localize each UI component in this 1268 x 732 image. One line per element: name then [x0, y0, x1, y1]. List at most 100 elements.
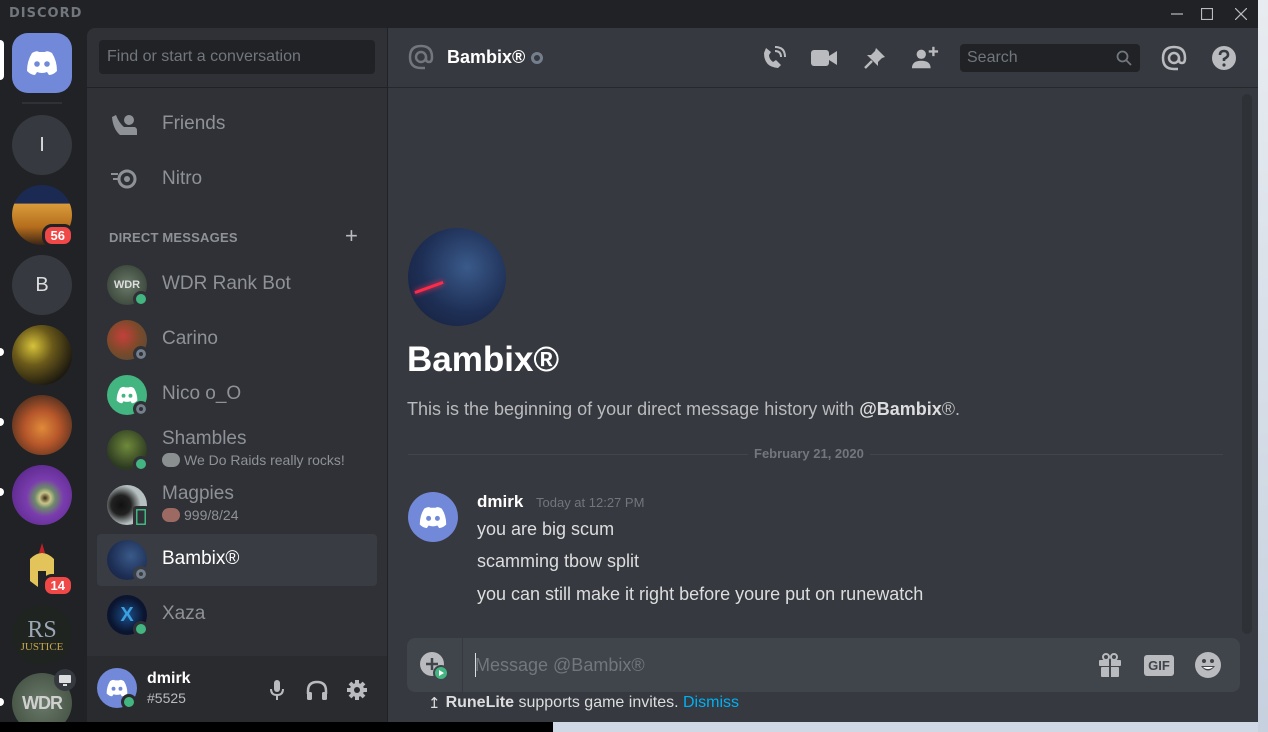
find-conversation-input[interactable] [99, 40, 375, 74]
message-input[interactable] [475, 638, 1075, 692]
unread-indicator [0, 488, 4, 496]
microphone-icon [270, 680, 284, 700]
search-bar-container [87, 28, 387, 88]
server-spartan[interactable]: 14 [12, 535, 74, 597]
status-online-icon [133, 456, 149, 472]
discord-window: DISCORD I 56 B 14 RS JUSTICE WDR Find or… [0, 0, 1258, 722]
server-rail: I 56 B 14 RS JUSTICE WDR [0, 28, 86, 722]
server-dragon-eye[interactable] [12, 465, 72, 525]
gift-icon [1099, 653, 1121, 677]
deafen-button[interactable] [303, 676, 331, 704]
nitro-icon [111, 169, 137, 189]
help-button[interactable] [1210, 44, 1238, 72]
server-wdr[interactable]: WDR [12, 669, 76, 722]
gear-icon [347, 680, 367, 700]
message-text: scamming tbow split [477, 551, 640, 571]
minimize-button[interactable] [1160, 0, 1194, 28]
date-divider-label: February 21, 2020 [748, 446, 870, 461]
screen-share-badge [54, 669, 76, 691]
voice-call-icon [764, 46, 786, 68]
selected-indicator [0, 40, 4, 80]
add-attachment-icon [420, 652, 449, 681]
pin-icon [864, 48, 885, 69]
message-composer: GIF [407, 638, 1240, 692]
server-rs-justice[interactable]: RS JUSTICE [12, 605, 72, 665]
mention-badge: 56 [41, 224, 74, 247]
status-online-icon [133, 291, 149, 307]
dm-item[interactable]: WDR WDR Rank Bot [97, 259, 377, 311]
pinned-messages-button[interactable] [861, 44, 889, 72]
video-call-button[interactable] [810, 44, 838, 72]
add-friend-button[interactable] [911, 44, 939, 72]
gif-button[interactable]: GIF [1144, 651, 1174, 679]
dismiss-link[interactable]: Dismiss [683, 694, 739, 711]
emoji-icon [1195, 652, 1221, 678]
status-offline-icon [133, 346, 149, 362]
welcome-description: This is the beginning of your direct mes… [407, 399, 961, 419]
discord-logo-icon [27, 51, 57, 75]
dm-item[interactable]: Magpies 999/8/24 [97, 479, 377, 531]
search-input[interactable] [960, 44, 1110, 72]
arrow-up-icon: ↥ [428, 695, 441, 712]
search-box [960, 44, 1140, 72]
mentions-button[interactable] [1160, 44, 1188, 72]
user-panel: dmirk #5525 [87, 656, 387, 722]
discord-logo-icon [419, 506, 447, 528]
status-offline-icon [133, 566, 149, 582]
user-settings-button[interactable] [343, 676, 371, 704]
dm-item[interactable]: Shambles We Do Raids really rocks! [97, 424, 377, 476]
message-author[interactable]: dmirk [477, 492, 523, 512]
app-logo: DISCORD [9, 6, 83, 21]
message-avatar[interactable] [408, 492, 458, 542]
chat-area: Bambix® Search Bambix® This is the begin… [388, 28, 1258, 722]
game-invite-hint: ↥ RuneLite supports game invites. Dismis… [428, 694, 739, 712]
chat-header: Bambix® [388, 28, 1258, 88]
send-gift-button[interactable] [1095, 651, 1125, 679]
add-friend-icon [911, 46, 939, 69]
status-offline-icon [531, 52, 543, 64]
unread-indicator [0, 348, 4, 356]
server-b[interactable]: B [12, 255, 72, 315]
mute-button[interactable] [263, 676, 291, 704]
welcome-title: Bambix® [407, 340, 560, 379]
nav-friends[interactable]: Friends [97, 102, 377, 146]
server-i[interactable]: I [12, 115, 72, 175]
message-timestamp: Today at 12:27 PM [536, 495, 645, 510]
upload-button[interactable] [419, 651, 449, 681]
nav-nitro[interactable]: Nitro [97, 157, 377, 201]
status-mobile-icon [133, 506, 149, 528]
minimize-icon [1171, 13, 1183, 15]
dm-item[interactable]: Nico o_O [97, 369, 377, 421]
create-dm-button[interactable]: + [345, 225, 358, 247]
server-warrior[interactable] [12, 325, 72, 385]
emoji-button[interactable] [1193, 651, 1223, 679]
home-button[interactable] [12, 33, 72, 93]
scrollbar[interactable] [1242, 94, 1252, 634]
status-offline-icon [133, 401, 149, 417]
activity-emoji [162, 453, 180, 467]
text-cursor [475, 653, 476, 677]
video-call-icon [811, 50, 837, 66]
dm-item-selected[interactable]: Bambix® [97, 534, 377, 586]
close-button[interactable] [1224, 0, 1258, 28]
dm-item[interactable]: Carino [97, 314, 377, 366]
monitor-icon [59, 674, 71, 686]
unread-indicator [0, 418, 4, 426]
server-stew[interactable] [12, 395, 72, 455]
desktop-background [553, 722, 1268, 732]
mention-icon [1161, 45, 1187, 71]
maximize-button[interactable] [1190, 0, 1224, 28]
status-online-icon [133, 621, 149, 637]
taskbar-area [0, 722, 553, 732]
voice-call-button[interactable] [760, 44, 788, 72]
message-text: you can still make it right before youre… [477, 584, 924, 604]
rail-separator [22, 102, 62, 104]
server-parthenon[interactable]: 56 [12, 185, 74, 247]
mention-badge: 14 [41, 574, 74, 597]
message-text: you are big scum [477, 519, 615, 539]
user-mention[interactable]: @Bambix [859, 399, 942, 419]
maximize-icon [1201, 8, 1213, 20]
dm-item[interactable]: X Xaza [97, 589, 377, 641]
title-bar: DISCORD [0, 0, 1258, 28]
dm-sidebar: Friends Nitro DIRECT MESSAGES + WDR WDR … [87, 28, 387, 722]
